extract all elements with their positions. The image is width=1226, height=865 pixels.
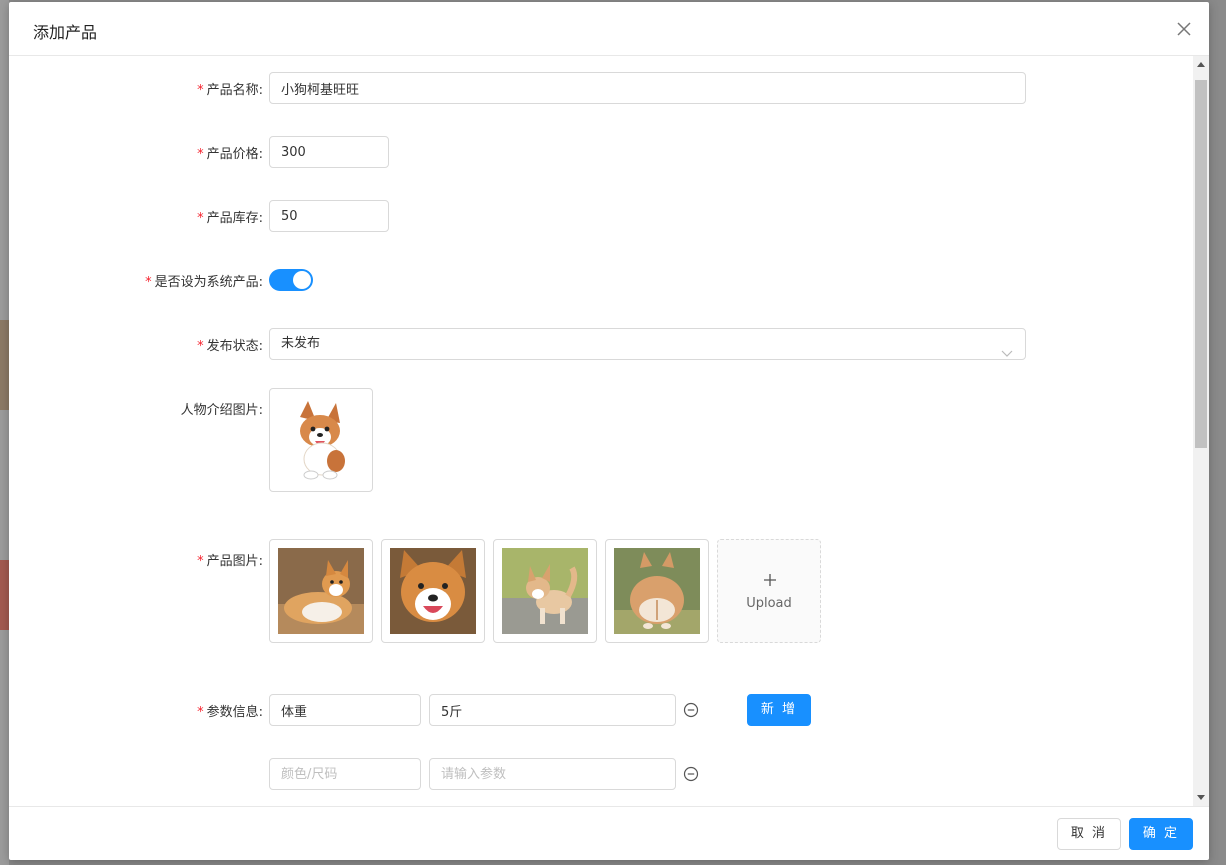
param-key-input[interactable] bbox=[269, 758, 421, 790]
publish-status-select[interactable]: 未发布 bbox=[269, 328, 1026, 360]
param-value-input[interactable] bbox=[429, 694, 676, 726]
background-image-fragment bbox=[0, 560, 9, 630]
publish-status-label: * 发布状态: bbox=[197, 339, 263, 354]
modal-header: 添加产品 bbox=[9, 2, 1209, 56]
form-row-intro-image: 人物介绍图片: bbox=[9, 388, 1193, 492]
scrollbar-thumb[interactable] bbox=[1195, 80, 1207, 448]
product-images-label: * 产品图片: bbox=[197, 554, 263, 569]
intro-image-label: 人物介绍图片: bbox=[180, 403, 263, 418]
form-row-params: *参数信息: 新 增 bbox=[9, 694, 1193, 726]
product-image-thumbnail[interactable] bbox=[381, 539, 485, 643]
scroll-up-arrow-icon[interactable] bbox=[1197, 62, 1205, 67]
product-image-thumbnail[interactable] bbox=[605, 539, 709, 643]
add-param-button[interactable]: 新 增 bbox=[747, 694, 811, 726]
corgi-face-image bbox=[390, 548, 476, 634]
corgi-cartoon-image bbox=[278, 397, 364, 483]
corgi-back-image bbox=[614, 548, 700, 634]
param-value-input[interactable] bbox=[429, 758, 676, 790]
form-row-product-stock: * 产品库存: bbox=[9, 200, 1193, 232]
form-row-params-2 bbox=[9, 758, 1193, 790]
switch-knob bbox=[293, 271, 311, 289]
intro-image-thumbnail[interactable] bbox=[269, 388, 373, 492]
product-image-thumbnail[interactable] bbox=[269, 539, 373, 643]
modal-scrollbar[interactable] bbox=[1193, 56, 1209, 806]
corgi-walking-image bbox=[502, 548, 588, 634]
publish-status-value: 未发布 bbox=[281, 336, 321, 351]
system-product-label: * 是否设为系统产品: bbox=[145, 275, 263, 290]
params-label: * 参数信息: bbox=[197, 705, 263, 720]
upload-button[interactable]: Upload bbox=[717, 539, 821, 643]
add-product-modal: 添加产品 *产品名称: *产品价格: *产品库存: *是否设为系统产品: bbox=[9, 2, 1209, 860]
modal-footer: 取 消 确 定 bbox=[9, 806, 1209, 860]
product-stock-input[interactable] bbox=[269, 200, 389, 232]
chevron-down-icon bbox=[1001, 340, 1013, 357]
product-price-label: * 产品价格: bbox=[197, 147, 263, 162]
form-row-product-images: * 产品图片: Upload bbox=[9, 539, 1193, 643]
minus-circle-icon[interactable] bbox=[683, 702, 699, 718]
form-row-product-name: * 产品名称: bbox=[9, 72, 1193, 104]
scroll-down-arrow-icon[interactable] bbox=[1197, 795, 1205, 800]
product-image-thumbnail[interactable] bbox=[493, 539, 597, 643]
modal-title: 添加产品 bbox=[33, 23, 98, 42]
background-image-fragment bbox=[0, 320, 9, 410]
product-name-label: * 产品名称: bbox=[197, 83, 263, 98]
form-row-product-price: * 产品价格: bbox=[9, 136, 1193, 168]
close-icon[interactable] bbox=[1173, 18, 1195, 40]
form-row-system-product: * 是否设为系统产品: bbox=[9, 268, 1193, 292]
form-row-publish-status: * 发布状态: 未发布 bbox=[9, 328, 1193, 360]
ok-button[interactable]: 确 定 bbox=[1129, 818, 1193, 850]
plus-icon bbox=[763, 573, 777, 587]
corgi-lying-image bbox=[278, 548, 364, 634]
product-price-input[interactable] bbox=[269, 136, 389, 168]
param-key-input[interactable] bbox=[269, 694, 421, 726]
cancel-button[interactable]: 取 消 bbox=[1057, 818, 1121, 850]
minus-circle-icon[interactable] bbox=[683, 766, 699, 782]
product-name-input[interactable] bbox=[269, 72, 1026, 104]
product-stock-label: * 产品库存: bbox=[197, 211, 263, 226]
background-page bbox=[0, 0, 9, 865]
modal-body: *产品名称: *产品价格: *产品库存: *是否设为系统产品: *发布状态: 未… bbox=[9, 56, 1193, 806]
system-product-switch[interactable] bbox=[269, 269, 313, 291]
upload-label: Upload bbox=[746, 596, 792, 611]
